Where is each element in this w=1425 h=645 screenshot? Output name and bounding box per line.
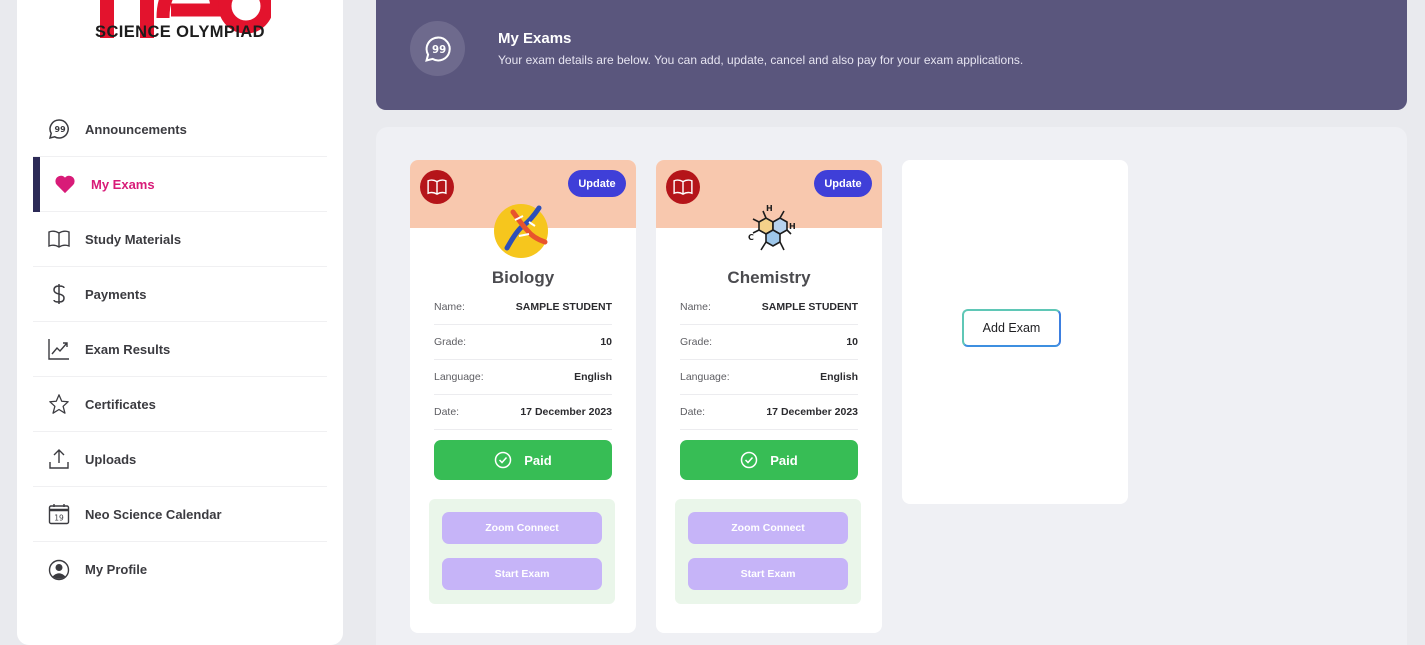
add-exam-button[interactable]: Add Exam — [962, 309, 1061, 347]
detail-row-grade: Grade: 10 — [680, 325, 858, 360]
chat-bubble-icon: 99 — [410, 21, 465, 76]
detail-row-date: Date: 17 December 2023 — [680, 395, 858, 430]
sidebar-item-exam-results[interactable]: Exam Results — [33, 322, 327, 377]
exam-subject: Biology — [491, 268, 555, 287]
dollar-icon — [47, 282, 71, 306]
detail-row-date: Date: 17 December 2023 — [434, 395, 612, 430]
sidebar-item-label: Uploads — [85, 451, 137, 467]
detail-row-name: Name: SAMPLE STUDENT — [434, 290, 612, 325]
add-exam-card: Add Exam — [902, 160, 1128, 504]
paid-status-button[interactable]: Paid — [434, 440, 612, 480]
zoom-connect-button[interactable]: Zoom Connect — [688, 512, 848, 544]
sidebar-item-label: Certificates — [85, 396, 156, 412]
sidebar-item-uploads[interactable]: Uploads — [33, 432, 327, 487]
exams-panel: Update Biology Name: SAMPLE STUDENT Grade… — [376, 127, 1407, 645]
detail-value: 17 December 2023 — [766, 406, 858, 418]
star-icon — [47, 392, 71, 416]
start-exam-button[interactable]: Start Exam — [688, 558, 848, 590]
logo[interactable]: SCIENCE OLYMPIAD — [17, 0, 343, 70]
exam-actions: Zoom Connect Start Exam — [675, 499, 861, 604]
sidebar-item-label: My Profile — [85, 562, 148, 577]
detail-label: Grade: — [434, 336, 467, 348]
detail-label: Date: — [434, 406, 460, 418]
sidebar-item-label: Neo Science Calendar — [85, 506, 222, 522]
trend-chart-icon — [47, 337, 71, 361]
check-circle-icon — [741, 451, 758, 469]
zoom-connect-button[interactable]: Zoom Connect — [442, 512, 602, 544]
calendar-icon: 19 — [47, 502, 71, 526]
sidebar: SCIENCE OLYMPIAD 99 Announcements My Exa… — [17, 0, 343, 645]
detail-value: 10 — [600, 336, 612, 348]
sidebar-item-label: My Exams — [91, 176, 155, 192]
detail-label: Date: — [680, 406, 706, 418]
logo-subtitle: SCIENCE OLYMPIAD — [95, 23, 265, 41]
detail-value: 17 December 2023 — [520, 406, 612, 418]
exam-card-chemistry: Update H H C Chemistry Name: SAMPLE STUDE… — [656, 160, 882, 633]
book-icon — [420, 170, 454, 204]
paid-status-button[interactable]: Paid — [680, 440, 858, 480]
dna-icon — [493, 200, 553, 260]
detail-value: SAMPLE STUDENT — [761, 301, 858, 313]
detail-value: SAMPLE STUDENT — [515, 301, 612, 313]
detail-label: Language: — [680, 371, 730, 383]
page-subtitle: Your exam details are below. You can add… — [498, 53, 1024, 67]
sidebar-item-certificates[interactable]: Certificates — [33, 377, 327, 432]
exam-card-biology: Update Biology Name: SAMPLE STUDENT Grade… — [410, 160, 636, 633]
exam-actions: Zoom Connect Start Exam — [429, 499, 615, 604]
molecule-icon: H H C — [739, 200, 799, 260]
book-icon — [666, 170, 700, 204]
exam-details: Name: SAMPLE STUDENT Grade: 10 Language: En… — [434, 290, 612, 430]
carbon-label: C — [748, 233, 754, 242]
update-button[interactable]: Update — [568, 170, 626, 197]
detail-label: Language: — [434, 371, 484, 383]
hydrogen-label: H — [789, 222, 796, 231]
paid-label: Paid — [770, 452, 798, 468]
detail-label: Grade: — [680, 336, 713, 348]
sidebar-item-label: Payments — [85, 286, 147, 302]
sidebar-item-payments[interactable]: Payments — [33, 267, 327, 322]
sidebar-item-neo-science-calendar[interactable]: 19 Neo Science Calendar — [33, 487, 327, 542]
calendar-day: 19 — [54, 514, 64, 523]
update-button[interactable]: Update — [814, 170, 872, 197]
svg-text:99: 99 — [55, 125, 67, 134]
chat-bubble-icon: 99 — [47, 117, 71, 141]
hydrogen-label: H — [766, 204, 773, 213]
sidebar-item-label: Announcements — [85, 121, 187, 137]
sidebar-item-label: Study Materials — [85, 231, 182, 247]
detail-row-language: Language: English — [434, 360, 612, 395]
page-header: 99 My Exams Your exam details are below.… — [376, 0, 1407, 110]
detail-row-name: Name: SAMPLE STUDENT — [680, 290, 858, 325]
page-title: My Exams — [498, 30, 572, 47]
check-circle-icon — [495, 451, 512, 469]
exam-subject: Chemistry — [727, 268, 811, 287]
detail-row-language: Language: English — [680, 360, 858, 395]
start-exam-button[interactable]: Start Exam — [442, 558, 602, 590]
heart-icon — [53, 172, 77, 196]
open-book-icon — [47, 227, 71, 251]
svg-text:99: 99 — [432, 44, 446, 55]
sidebar-item-my-exams[interactable]: My Exams — [33, 157, 327, 212]
detail-value: 10 — [846, 336, 858, 348]
sidebar-item-my-profile[interactable]: My Profile — [33, 542, 327, 597]
upload-icon — [47, 447, 71, 471]
sidebar-item-announcements[interactable]: 99 Announcements — [33, 102, 327, 157]
detail-value: English — [574, 371, 612, 383]
sidebar-nav: 99 Announcements My Exams Study Material… — [33, 102, 327, 597]
detail-row-grade: Grade: 10 — [434, 325, 612, 360]
sidebar-item-label: Exam Results — [85, 341, 171, 357]
detail-value: English — [820, 371, 858, 383]
detail-label: Name: — [434, 301, 465, 313]
detail-label: Name: — [680, 301, 711, 313]
paid-label: Paid — [524, 452, 552, 468]
exam-details: Name: SAMPLE STUDENT Grade: 10 Language: En… — [680, 290, 858, 430]
sidebar-item-study-materials[interactable]: Study Materials — [33, 212, 327, 267]
user-circle-icon — [47, 558, 71, 582]
